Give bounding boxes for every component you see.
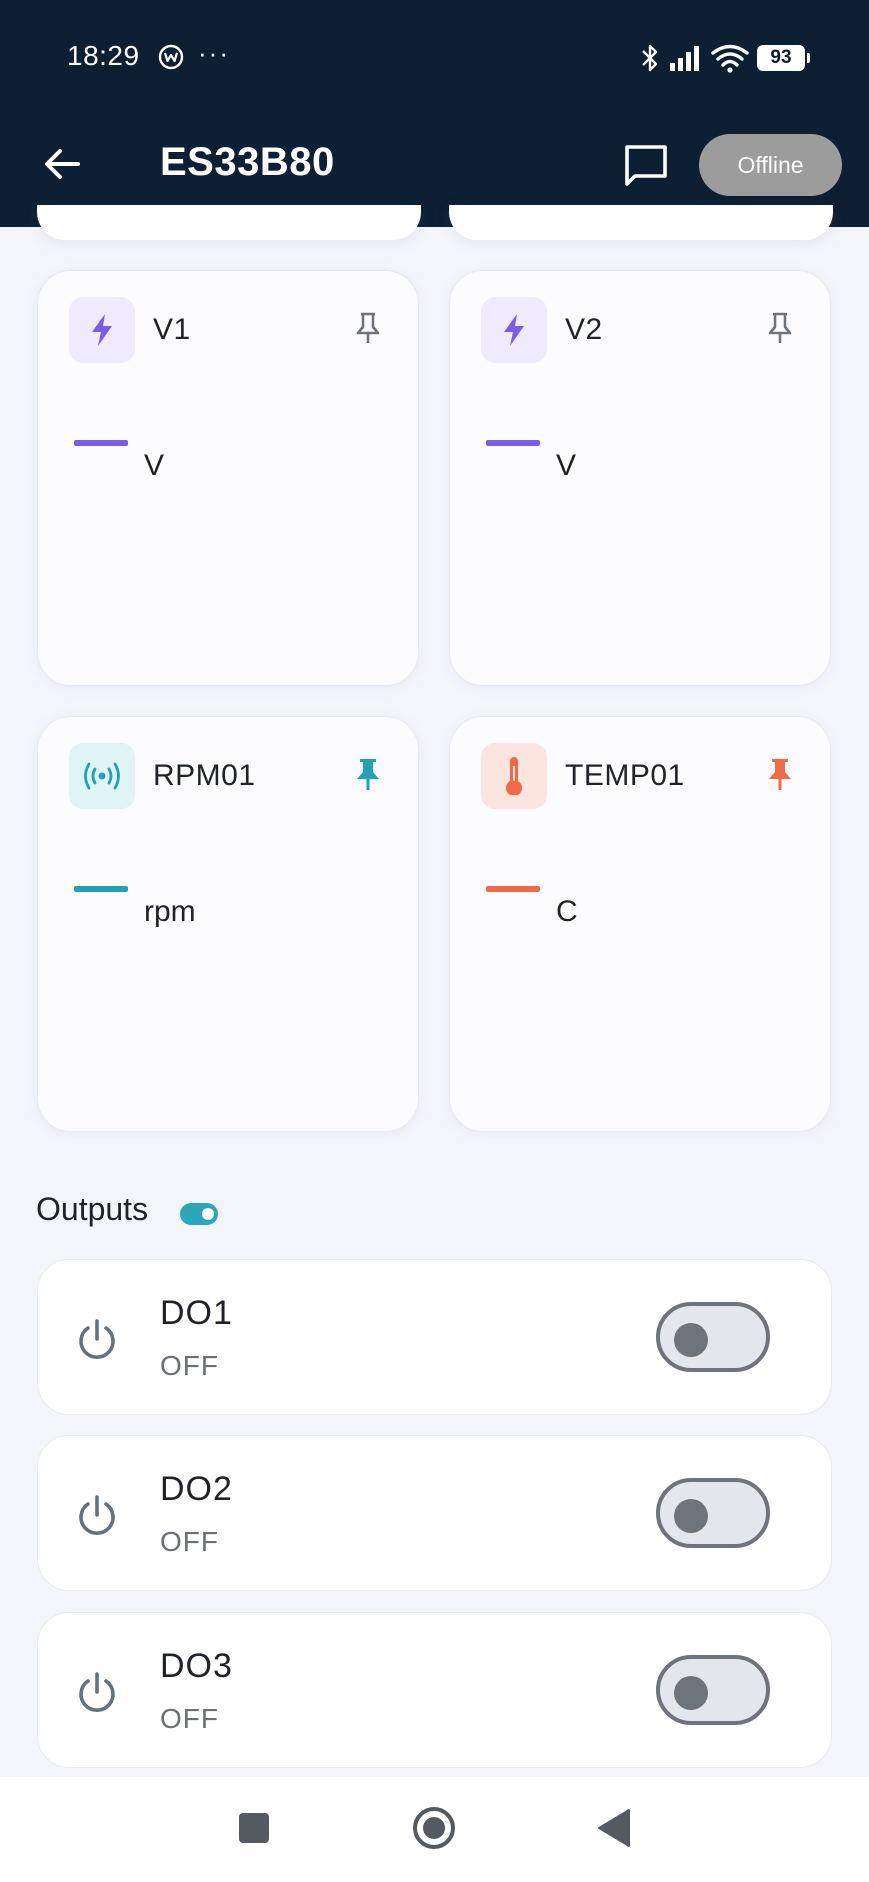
value-placeholder-dash xyxy=(486,440,540,446)
recents-button[interactable] xyxy=(227,1801,281,1855)
output-state: OFF xyxy=(160,1703,219,1734)
switch-knob xyxy=(674,1323,708,1357)
power-icon xyxy=(79,1319,115,1359)
back-button[interactable] xyxy=(38,140,86,188)
sensor-card-partial xyxy=(37,205,421,240)
app-notification-icon xyxy=(158,44,184,70)
output-state: OFF xyxy=(160,1350,219,1381)
sensor-card-partial xyxy=(449,205,833,240)
sensor-card-temp01[interactable]: TEMP01 C xyxy=(449,716,831,1132)
sensor-unit: rpm xyxy=(144,895,196,928)
power-icon xyxy=(79,1672,115,1712)
sensor-label: TEMP01 xyxy=(565,759,685,792)
system-nav-bar xyxy=(0,1777,869,1882)
output-name: DO2 xyxy=(160,1470,233,1508)
value-placeholder-dash xyxy=(486,886,540,892)
value-placeholder-dash xyxy=(74,440,128,446)
output-row-do2: DO2 OFF xyxy=(37,1435,832,1591)
battery-icon: 93 xyxy=(757,45,810,71)
wifi-icon xyxy=(711,44,749,73)
pin-outline-icon[interactable] xyxy=(352,311,384,345)
output-state: OFF xyxy=(160,1526,219,1557)
power-icon xyxy=(79,1495,115,1535)
switch-knob xyxy=(674,1499,708,1533)
output-row-do1: DO1 OFF xyxy=(37,1259,832,1415)
bluetooth-icon xyxy=(642,44,658,72)
bolt-icon xyxy=(69,297,135,363)
sensor-label: RPM01 xyxy=(153,759,256,792)
pin-filled-icon[interactable] xyxy=(352,757,384,791)
thermometer-icon xyxy=(481,743,547,809)
sensor-card-v1[interactable]: V1 V xyxy=(37,270,419,686)
connection-status-label: Offline xyxy=(737,151,804,178)
sensor-unit: V xyxy=(556,449,577,482)
sensor-card-rpm01[interactable]: RPM01 rpm xyxy=(37,716,419,1132)
chat-icon[interactable] xyxy=(620,140,672,192)
output-name: DO3 xyxy=(160,1647,233,1685)
app-bar: 18:29 ··· 93 ES33B80 Offline xyxy=(0,0,869,227)
switch-knob xyxy=(674,1676,708,1710)
status-icons: 93 xyxy=(639,42,810,74)
signal-icon xyxy=(670,46,699,71)
output-toggle-switch[interactable] xyxy=(656,1655,770,1725)
broadcast-icon xyxy=(69,743,135,809)
battery-level: 93 xyxy=(770,47,792,68)
output-toggle-switch[interactable] xyxy=(656,1478,770,1548)
bolt-icon xyxy=(481,297,547,363)
status-time: 18:29 xyxy=(67,40,140,71)
sensor-unit: C xyxy=(556,895,578,928)
page-title: ES33B80 xyxy=(160,140,335,184)
sensor-unit: V xyxy=(144,449,165,482)
output-row-do3: DO3 OFF xyxy=(37,1612,832,1768)
sensor-card-v2[interactable]: V2 V xyxy=(449,270,831,686)
value-placeholder-dash xyxy=(74,886,128,892)
pin-filled-icon[interactable] xyxy=(764,757,796,791)
sensor-label: V1 xyxy=(153,313,191,346)
back-nav-button[interactable] xyxy=(587,1801,641,1855)
outputs-section-title: Outputs xyxy=(36,1191,149,1227)
output-name: DO1 xyxy=(160,1294,233,1332)
home-button[interactable] xyxy=(407,1801,461,1855)
pin-outline-icon[interactable] xyxy=(764,311,796,345)
sensor-label: V2 xyxy=(565,313,603,346)
status-more-indicator: ··· xyxy=(198,38,230,68)
connection-status-button[interactable]: Offline xyxy=(699,134,842,196)
outputs-section-toggle[interactable] xyxy=(180,1203,218,1225)
output-toggle-switch[interactable] xyxy=(656,1302,770,1372)
